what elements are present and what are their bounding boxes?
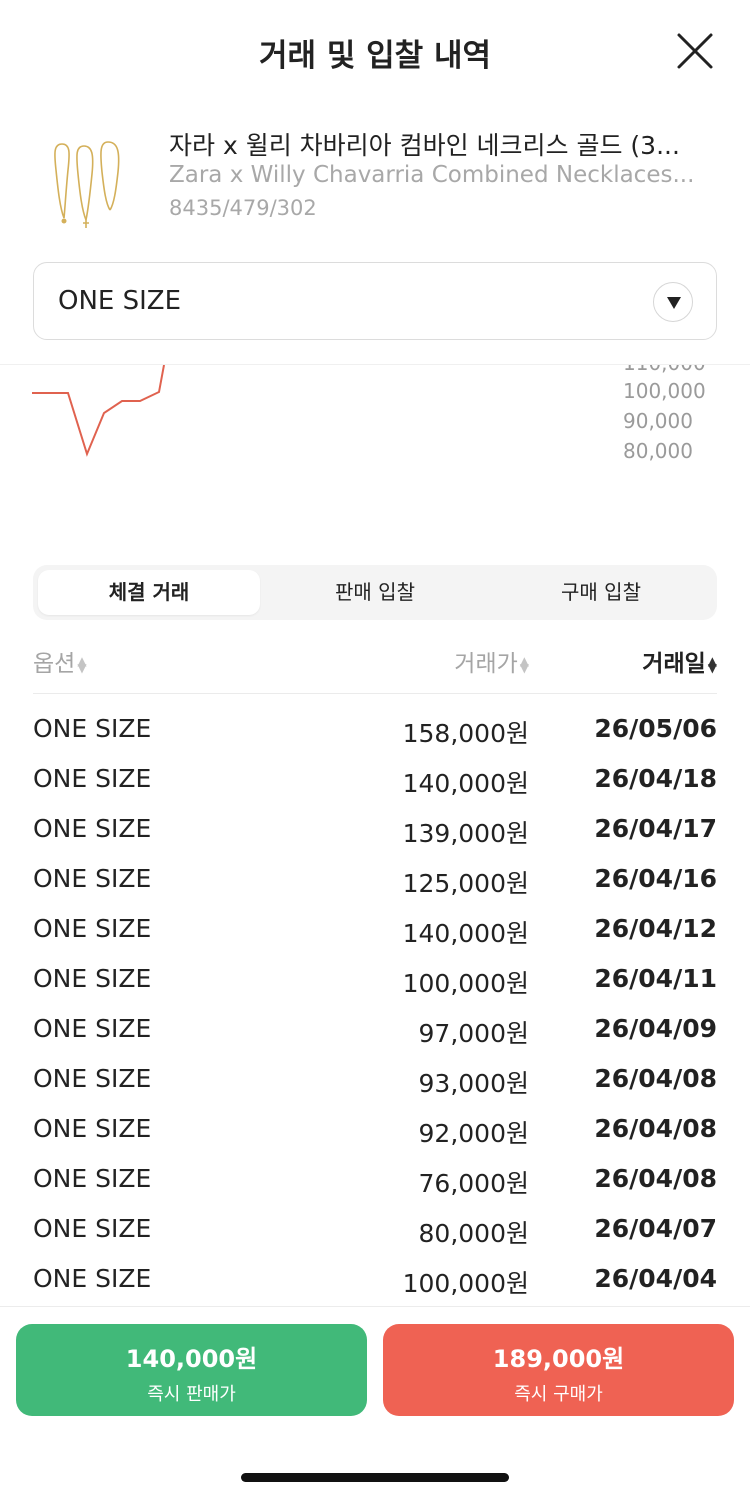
dropdown-toggle[interactable] bbox=[653, 282, 693, 322]
row-option: ONE SIZE bbox=[33, 764, 152, 793]
row-price: 93,000원 bbox=[418, 1069, 529, 1098]
table-row: ONE SIZE 139,000원 26/04/17 bbox=[33, 806, 717, 856]
row-date: 26/04/09 bbox=[594, 1014, 717, 1043]
row-price: 92,000원 bbox=[418, 1119, 529, 1148]
product-info: 자라 x 윌리 차바리아 컴바인 네크리스 골드 (3... Zara x Wi… bbox=[0, 110, 750, 230]
close-icon[interactable] bbox=[676, 32, 714, 70]
y-tick-label: 80,000 bbox=[623, 439, 693, 463]
y-tick-label: 90,000 bbox=[623, 409, 693, 433]
row-option: ONE SIZE bbox=[33, 814, 152, 843]
column-header-option-label: 옵션 bbox=[33, 651, 76, 677]
row-date: 26/04/08 bbox=[594, 1164, 717, 1193]
column-header-option[interactable]: 옵션 ▲ ▼ bbox=[33, 644, 87, 678]
table-header: 옵션 ▲ ▼ 거래가 ▲ ▼ 거래일 ▲ ▼ bbox=[33, 636, 717, 694]
size-dropdown[interactable]: ONE SIZE bbox=[33, 262, 717, 340]
home-indicator[interactable] bbox=[241, 1473, 509, 1482]
column-header-date-label: 거래일 bbox=[642, 651, 706, 677]
product-name-ko: 자라 x 윌리 차바리아 컴바인 네크리스 골드 (3... bbox=[169, 131, 680, 160]
row-date: 26/05/06 bbox=[594, 714, 717, 743]
sort-icon: ▲ ▼ bbox=[519, 653, 529, 675]
row-date: 26/04/07 bbox=[594, 1214, 717, 1243]
row-option: ONE SIZE bbox=[33, 1064, 152, 1093]
close-button[interactable] bbox=[676, 32, 714, 70]
table-row: ONE SIZE 125,000원 26/04/16 bbox=[33, 856, 717, 906]
size-value: ONE SIZE bbox=[58, 286, 182, 316]
page-title: 거래 및 입찰 내역 bbox=[258, 38, 492, 74]
table-row: ONE SIZE 158,000원 26/05/06 bbox=[33, 706, 717, 756]
product-image bbox=[40, 124, 140, 230]
row-price: 76,000원 bbox=[418, 1169, 529, 1198]
product-name-en: Zara x Willy Chavarria Combined Necklace… bbox=[169, 162, 695, 188]
table-row: ONE SIZE 97,000원 26/04/09 bbox=[33, 1006, 717, 1056]
row-price: 80,000원 bbox=[418, 1219, 529, 1248]
row-date: 26/04/08 bbox=[594, 1114, 717, 1143]
row-date: 26/04/12 bbox=[594, 914, 717, 943]
y-tick-label: 100,000 bbox=[623, 379, 706, 403]
row-price: 140,000원 bbox=[402, 919, 529, 948]
chevron-down-icon bbox=[667, 297, 681, 309]
tab-sell-bids[interactable]: 판매 입찰 bbox=[264, 570, 486, 615]
sort-icon: ▲ ▼ bbox=[707, 653, 717, 675]
row-option: ONE SIZE bbox=[33, 864, 152, 893]
column-header-price[interactable]: 거래가 ▲ ▼ bbox=[454, 644, 529, 678]
row-price: 100,000원 bbox=[402, 1269, 529, 1298]
row-date: 26/04/04 bbox=[594, 1264, 717, 1293]
table-row: ONE SIZE 140,000원 26/04/18 bbox=[33, 756, 717, 806]
row-option: ONE SIZE bbox=[33, 964, 152, 993]
row-price: 139,000원 bbox=[402, 819, 529, 848]
row-date: 26/04/18 bbox=[594, 764, 717, 793]
price-chart: 110,000 100,000 90,000 80,000 bbox=[0, 364, 750, 504]
instant-buy-label: 즉시 구매가 bbox=[514, 1384, 603, 1405]
row-price: 125,000원 bbox=[402, 869, 529, 898]
instant-sell-button[interactable]: 140,000원 즉시 판매가 bbox=[16, 1324, 367, 1416]
trade-tabs: 체결 거래 판매 입찰 구매 입찰 bbox=[33, 565, 717, 620]
instant-sell-price: 140,000원 bbox=[125, 1345, 258, 1373]
tab-buy-bids[interactable]: 구매 입찰 bbox=[490, 570, 712, 615]
instant-sell-label: 즉시 판매가 bbox=[147, 1384, 236, 1405]
tab-completed-trades[interactable]: 체결 거래 bbox=[38, 570, 260, 615]
product-code: 8435/479/302 bbox=[169, 196, 317, 220]
row-option: ONE SIZE bbox=[33, 1164, 152, 1193]
row-price: 100,000원 bbox=[402, 969, 529, 998]
y-tick-label: 110,000 bbox=[623, 365, 706, 375]
row-option: ONE SIZE bbox=[33, 1264, 152, 1293]
column-header-date[interactable]: 거래일 ▲ ▼ bbox=[642, 644, 717, 678]
row-option: ONE SIZE bbox=[33, 714, 152, 743]
instant-buy-button[interactable]: 189,000원 즉시 구매가 bbox=[383, 1324, 734, 1416]
column-header-price-label: 거래가 bbox=[454, 651, 518, 677]
table-row: ONE SIZE 93,000원 26/04/08 bbox=[33, 1056, 717, 1106]
table-row: ONE SIZE 76,000원 26/04/08 bbox=[33, 1156, 717, 1206]
table-row: ONE SIZE 140,000원 26/04/12 bbox=[33, 906, 717, 956]
row-option: ONE SIZE bbox=[33, 1014, 152, 1043]
row-price: 158,000원 bbox=[402, 719, 529, 748]
table-row: ONE SIZE 100,000원 26/04/11 bbox=[33, 956, 717, 1006]
row-option: ONE SIZE bbox=[33, 914, 152, 943]
row-option: ONE SIZE bbox=[33, 1214, 152, 1243]
table-row: ONE SIZE 80,000원 26/04/07 bbox=[33, 1206, 717, 1256]
row-price: 140,000원 bbox=[402, 769, 529, 798]
row-date: 26/04/08 bbox=[594, 1064, 717, 1093]
table-row: ONE SIZE 92,000원 26/04/08 bbox=[33, 1106, 717, 1156]
table-row: ONE SIZE 100,000원 26/04/04 bbox=[33, 1256, 717, 1306]
action-bar: 140,000원 즉시 판매가 189,000원 즉시 구매가 bbox=[0, 1306, 750, 1500]
row-price: 97,000원 bbox=[418, 1019, 529, 1048]
row-date: 26/04/11 bbox=[594, 964, 717, 993]
row-date: 26/04/17 bbox=[594, 814, 717, 843]
modal-header: 거래 및 입찰 내역 bbox=[0, 0, 750, 104]
trade-list: ONE SIZE 158,000원 26/05/06 ONE SIZE 140,000… bbox=[33, 706, 717, 1306]
row-option: ONE SIZE bbox=[33, 1114, 152, 1143]
row-date: 26/04/16 bbox=[594, 864, 717, 893]
sort-icon: ▲ ▼ bbox=[77, 653, 87, 675]
instant-buy-price: 189,000원 bbox=[492, 1345, 625, 1373]
